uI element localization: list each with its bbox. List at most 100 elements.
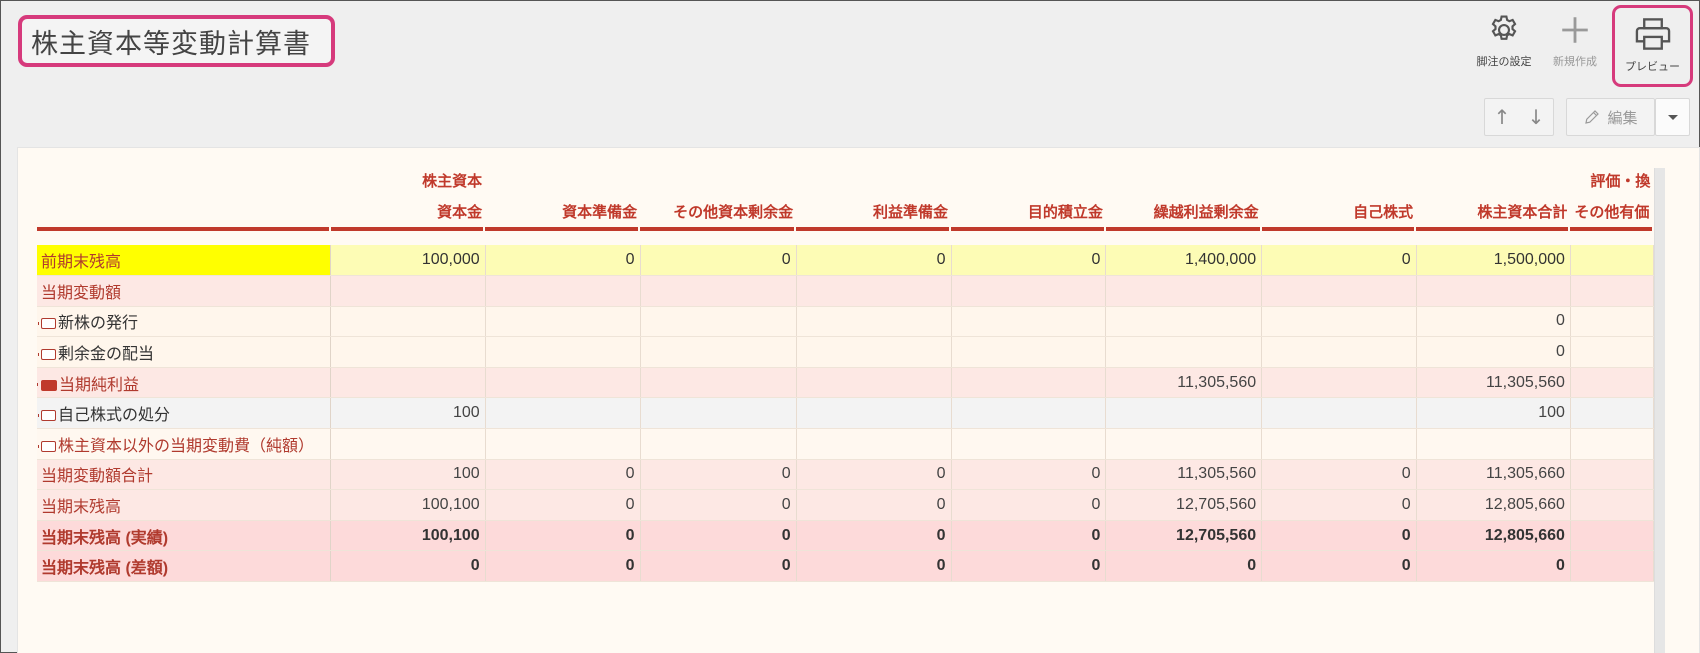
row-label-cell[interactable]: 当期変動額合計 bbox=[37, 459, 332, 491]
row-label-cell[interactable]: 剰余金の配当 bbox=[37, 336, 332, 368]
value-cell[interactable] bbox=[1105, 306, 1263, 338]
value-cell[interactable] bbox=[796, 367, 952, 399]
value-cell[interactable] bbox=[640, 336, 797, 368]
value-cell[interactable] bbox=[1105, 428, 1263, 460]
value-cell[interactable] bbox=[1570, 275, 1654, 307]
value-cell[interactable] bbox=[485, 275, 641, 307]
value-cell[interactable] bbox=[1570, 397, 1654, 430]
value-cell[interactable]: 100,100 bbox=[330, 489, 486, 521]
value-cell[interactable]: 0 bbox=[1261, 550, 1417, 583]
value-cell[interactable] bbox=[796, 428, 952, 460]
row-label-cell[interactable]: 当期変動額 bbox=[37, 275, 332, 307]
value-cell[interactable] bbox=[1570, 428, 1654, 460]
value-cell[interactable] bbox=[1570, 550, 1654, 583]
value-cell[interactable]: 100 bbox=[330, 397, 486, 430]
value-cell[interactable]: 0 bbox=[796, 245, 952, 277]
value-cell[interactable]: 0 bbox=[485, 550, 641, 583]
value-cell[interactable] bbox=[796, 306, 952, 338]
value-cell[interactable] bbox=[796, 275, 952, 307]
value-cell[interactable]: 0 bbox=[640, 550, 797, 583]
table-row[interactable]: 剰余金の配当 0 bbox=[37, 336, 1654, 368]
value-cell[interactable]: 12,805,660 bbox=[1416, 489, 1571, 521]
value-cell[interactable] bbox=[1570, 306, 1654, 338]
value-cell[interactable]: 0 bbox=[640, 245, 797, 277]
value-cell[interactable] bbox=[330, 367, 486, 399]
row-label-cell[interactable]: 株主資本以外の当期変動費（純額） bbox=[37, 428, 332, 460]
value-cell[interactable]: 0 bbox=[640, 459, 797, 491]
value-cell[interactable]: 0 bbox=[485, 459, 641, 491]
value-cell[interactable]: 1,500,000 bbox=[1416, 245, 1571, 277]
table-row[interactable]: 当期純利益 11,305,560 11,305,560 bbox=[37, 367, 1654, 399]
value-cell[interactable]: 0 bbox=[640, 520, 797, 552]
value-cell[interactable] bbox=[1570, 489, 1654, 521]
value-cell[interactable] bbox=[951, 275, 1107, 307]
value-cell[interactable]: 0 bbox=[640, 489, 797, 521]
value-cell[interactable] bbox=[951, 367, 1107, 399]
value-cell[interactable]: 0 bbox=[796, 489, 952, 521]
table-row[interactable]: 株主資本以外の当期変動費（純額） bbox=[37, 428, 1654, 460]
value-cell[interactable] bbox=[485, 367, 641, 399]
value-cell[interactable] bbox=[485, 306, 641, 338]
value-cell[interactable] bbox=[1570, 336, 1654, 368]
value-cell[interactable]: 12,805,660 bbox=[1416, 520, 1571, 552]
value-cell[interactable] bbox=[1570, 459, 1654, 491]
value-cell[interactable] bbox=[1105, 397, 1263, 430]
value-cell[interactable] bbox=[330, 336, 486, 368]
value-cell[interactable]: 0 bbox=[951, 459, 1107, 491]
value-cell[interactable]: 11,305,560 bbox=[1105, 367, 1263, 399]
row-label-cell[interactable]: 新株の発行 bbox=[37, 306, 332, 338]
value-cell[interactable] bbox=[1261, 275, 1417, 307]
value-cell[interactable]: 12,705,560 bbox=[1105, 520, 1263, 552]
row-label-cell[interactable]: 前期末残高 bbox=[37, 245, 332, 277]
value-cell[interactable]: 0 bbox=[485, 520, 641, 552]
value-cell[interactable] bbox=[1416, 428, 1571, 460]
value-cell[interactable] bbox=[640, 428, 797, 460]
value-cell[interactable] bbox=[1570, 367, 1654, 399]
value-cell[interactable] bbox=[640, 367, 797, 399]
value-cell[interactable] bbox=[330, 275, 486, 307]
value-cell[interactable]: 11,305,660 bbox=[1416, 459, 1571, 491]
value-cell[interactable] bbox=[951, 306, 1107, 338]
row-label-cell[interactable]: 当期末残高 bbox=[37, 489, 332, 521]
table-row[interactable]: 自己株式の処分 100 100 bbox=[37, 397, 1654, 430]
value-cell[interactable] bbox=[951, 336, 1107, 368]
value-cell[interactable]: 100 bbox=[1416, 397, 1571, 430]
value-cell[interactable]: 0 bbox=[1416, 306, 1571, 338]
value-cell[interactable]: 0 bbox=[1261, 245, 1417, 277]
value-cell[interactable]: 0 bbox=[796, 459, 952, 491]
table-row[interactable]: 新株の発行 0 bbox=[37, 306, 1654, 338]
row-label-cell[interactable]: 当期末残高 (実績) bbox=[37, 520, 332, 552]
value-cell[interactable] bbox=[485, 336, 641, 368]
value-cell[interactable]: 0 bbox=[1416, 336, 1571, 368]
value-cell[interactable] bbox=[1416, 275, 1571, 307]
value-cell[interactable]: 100,000 bbox=[330, 245, 486, 277]
value-cell[interactable]: 100 bbox=[330, 459, 486, 491]
value-cell[interactable] bbox=[796, 397, 952, 430]
value-cell[interactable]: 0 bbox=[951, 245, 1107, 277]
value-cell[interactable]: 0 bbox=[951, 489, 1107, 521]
row-label-cell[interactable]: 当期純利益 bbox=[37, 367, 332, 399]
value-cell[interactable] bbox=[640, 397, 797, 430]
table-row[interactable]: 当期末残高 (差額) 0 0 0 0 0 0 0 0 bbox=[37, 550, 1654, 583]
value-cell[interactable] bbox=[1570, 245, 1654, 277]
value-cell[interactable] bbox=[796, 336, 952, 368]
value-cell[interactable]: 0 bbox=[796, 520, 952, 552]
value-cell[interactable]: 0 bbox=[485, 489, 641, 521]
value-cell[interactable] bbox=[1261, 336, 1417, 368]
edit-dropdown-button[interactable] bbox=[1655, 98, 1690, 136]
value-cell[interactable] bbox=[951, 428, 1107, 460]
value-cell[interactable] bbox=[640, 275, 797, 307]
value-cell[interactable] bbox=[1261, 367, 1417, 399]
value-cell[interactable]: 100,100 bbox=[330, 520, 486, 552]
row-label-cell[interactable]: 自己株式の処分 bbox=[37, 397, 332, 430]
value-cell[interactable] bbox=[330, 306, 486, 338]
table-row[interactable]: 当期末残高 100,100 0 0 0 0 12,705,560 0 12,805,660 bbox=[37, 489, 1654, 521]
value-cell[interactable]: 12,705,560 bbox=[1105, 489, 1263, 521]
value-cell[interactable]: 0 bbox=[1416, 550, 1571, 583]
value-cell[interactable]: 0 bbox=[1261, 520, 1417, 552]
value-cell[interactable]: 11,305,560 bbox=[1105, 459, 1263, 491]
table-row[interactable]: 当期変動額 bbox=[37, 275, 1654, 307]
value-cell[interactable]: 0 bbox=[951, 550, 1107, 583]
value-cell[interactable]: 0 bbox=[951, 520, 1107, 552]
value-cell[interactable] bbox=[1261, 428, 1417, 460]
